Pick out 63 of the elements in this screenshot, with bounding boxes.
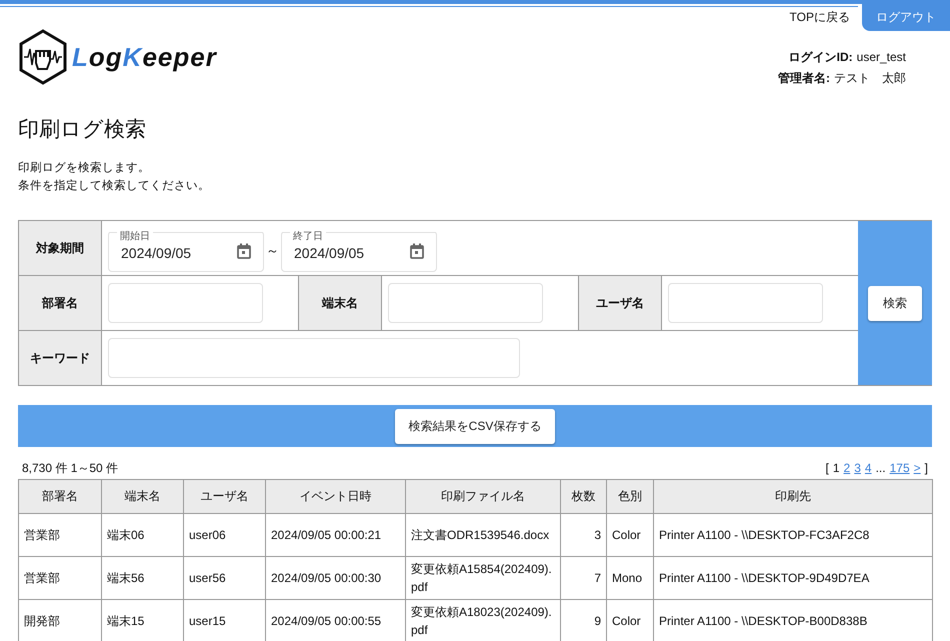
- calendar-icon[interactable]: [410, 243, 424, 259]
- page-link[interactable]: >: [914, 461, 921, 475]
- table-cell: user56: [184, 556, 266, 600]
- field-label: 対象期間: [19, 221, 102, 275]
- info-value: user_test: [856, 50, 906, 64]
- date-field[interactable]: 終了日 2024/09/05: [281, 230, 437, 272]
- table-cell: 開発部: [18, 600, 102, 641]
- department-field[interactable]: [108, 283, 263, 323]
- keyword-field[interactable]: [108, 338, 520, 378]
- column-header: 端末名: [102, 480, 184, 514]
- calendar-icon[interactable]: [237, 243, 251, 259]
- info-label: ログインID:: [788, 50, 853, 64]
- field-label: ユーザ名: [578, 276, 662, 330]
- page-link[interactable]: 4: [864, 461, 872, 475]
- info-value: テスト 太郎: [834, 71, 906, 85]
- field-label: 部署名: [19, 276, 102, 330]
- table-cell: Color: [606, 514, 654, 556]
- csv-save-button[interactable]: 検索結果をCSV保存する: [394, 408, 556, 444]
- floating-label: 終了日: [290, 230, 326, 242]
- user-field[interactable]: [668, 283, 823, 323]
- table-cell: 端末06: [102, 514, 184, 556]
- terminal-field[interactable]: [388, 283, 543, 323]
- column-header: 印刷ファイル名: [406, 480, 560, 514]
- ellipsis-text: ...: [876, 461, 886, 475]
- column-header: イベント日時: [266, 480, 406, 514]
- description-text: 条件を指定して検索してください。: [18, 180, 210, 192]
- table-cell: user06: [184, 514, 266, 556]
- table-cell: 3: [560, 514, 606, 556]
- info-label: 管理者名:: [778, 71, 830, 85]
- table-cell: 営業部: [18, 514, 102, 556]
- table-cell: 2024/09/05 00:00:21: [266, 514, 406, 556]
- column-header: 印刷先: [654, 480, 932, 514]
- table-cell: 端末56: [102, 556, 184, 600]
- page-title: 印刷ログ検索: [18, 117, 147, 143]
- logo-wordmark: LogKeeper: [72, 42, 217, 72]
- table-cell: 7: [560, 556, 606, 600]
- fist-hexagon-icon: [18, 29, 68, 85]
- floating-label: 開始日: [117, 230, 153, 242]
- bracket-text: ]: [924, 461, 928, 475]
- page-link[interactable]: 2: [844, 461, 850, 475]
- table-cell: Mono: [606, 556, 654, 600]
- table-cell: 変更依頼A15854(202409).pdf: [406, 556, 560, 600]
- current-page[interactable]: 1: [832, 461, 840, 475]
- table-cell: Printer A1100 - \\DESKTOP-FC3AF2C8: [654, 514, 932, 556]
- description-text: 印刷ログを検索します。: [18, 162, 150, 174]
- table-cell: 2024/09/05 00:00:30: [266, 556, 406, 600]
- page-link[interactable]: 175: [890, 461, 910, 475]
- search-button[interactable]: 検索: [868, 286, 922, 320]
- field-label: 端末名: [298, 276, 382, 330]
- date-field[interactable]: 開始日 2024/09/05: [108, 230, 264, 272]
- result-count: 8,730 件 1～50 件: [22, 460, 118, 476]
- field-label: キーワード: [19, 331, 102, 385]
- table-cell: Printer A1100 - \\DESKTOP-9D49D7EA: [654, 556, 932, 600]
- column-header: 枚数: [560, 480, 606, 514]
- table-cell: 注文書ODR1539546.docx: [406, 514, 560, 556]
- column-header: ユーザ名: [184, 480, 266, 514]
- table-cell: 営業部: [18, 556, 102, 600]
- bracket-text: [: [826, 461, 829, 475]
- page-link[interactable]: 3: [854, 461, 861, 475]
- column-header: 部署名: [18, 480, 102, 514]
- top-link[interactable]: TOPに戻る: [790, 9, 850, 26]
- column-header: 色別: [606, 480, 654, 514]
- range-separator: ～: [266, 242, 279, 260]
